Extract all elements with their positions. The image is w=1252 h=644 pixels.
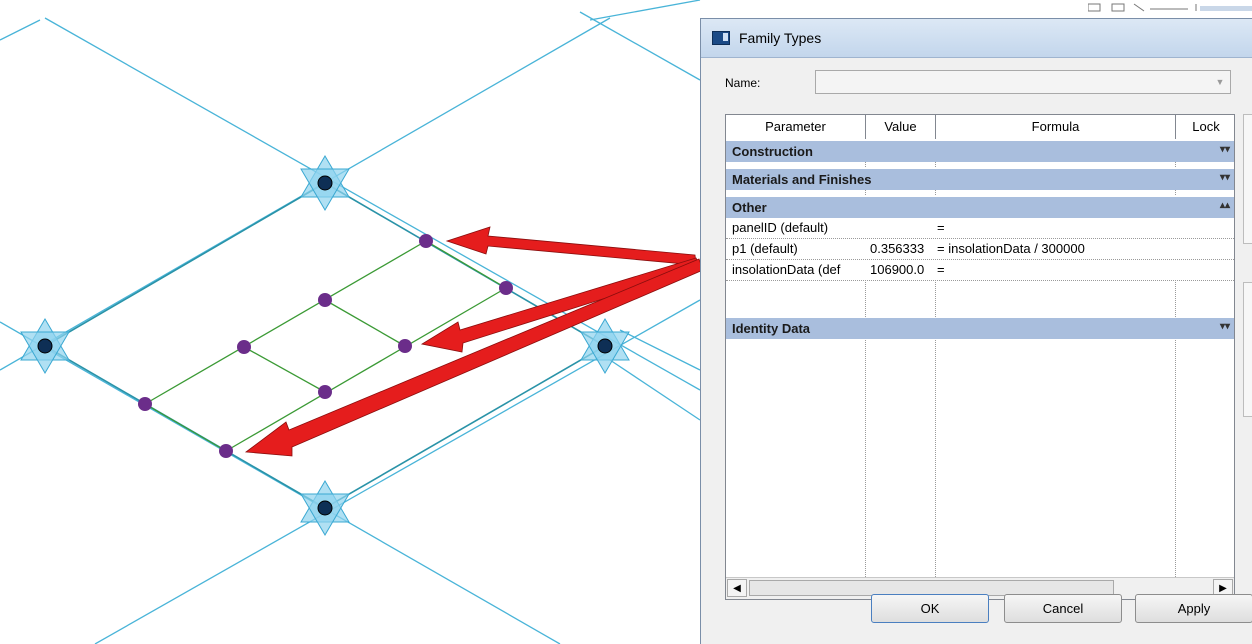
double-chevron-down-icon[interactable]: ▾▾ bbox=[1220, 144, 1230, 155]
parameter-formula[interactable]: = insolationData / 300000 bbox=[937, 239, 1173, 259]
name-label: Name: bbox=[725, 76, 761, 90]
dialog-titlebar[interactable]: Family Types bbox=[701, 19, 1252, 58]
dialog-title: Family Types bbox=[739, 30, 822, 46]
family-types-dialog: Family Types Name: ▼ Parameter Value For… bbox=[700, 18, 1252, 644]
arrow-left-icon[interactable]: ◀ bbox=[727, 579, 747, 597]
close-icon bbox=[1133, 3, 1145, 12]
header-value[interactable]: Value bbox=[866, 115, 936, 139]
restore-icon bbox=[1111, 3, 1125, 12]
node-point bbox=[318, 293, 332, 307]
header-formula[interactable]: Formula bbox=[936, 115, 1176, 139]
parameter-name: panelID (default) bbox=[732, 220, 829, 235]
table-header: Parameter Value Formula Lock bbox=[726, 115, 1234, 141]
parameter-name: insolationData (def bbox=[732, 262, 841, 277]
family-types-icon bbox=[712, 31, 730, 45]
cancel-button[interactable]: Cancel bbox=[1004, 594, 1122, 623]
parameter-name: p1 (default) bbox=[732, 241, 798, 256]
node-point bbox=[237, 340, 251, 354]
node-point bbox=[219, 444, 233, 458]
parameter-formula[interactable]: = bbox=[937, 218, 1173, 238]
arrow-to-middle-node bbox=[420, 257, 702, 353]
parameter-value[interactable]: 0.356333 bbox=[870, 239, 934, 259]
group-other[interactable]: Other ▴▴ bbox=[726, 196, 1234, 218]
window-controls-partial bbox=[1088, 3, 1252, 12]
table-row[interactable]: insolationData (def 106900.0 = bbox=[726, 260, 1234, 281]
group-identity-data[interactable]: Identity Data ▾▾ bbox=[726, 317, 1234, 339]
chevron-down-icon[interactable]: ▼ bbox=[1211, 72, 1229, 92]
group-materials-and-finishes[interactable]: Materials and Finishes ▾▾ bbox=[726, 168, 1234, 190]
parameter-value[interactable] bbox=[870, 218, 934, 238]
reference-grid bbox=[0, 0, 701, 644]
parameters-table: Parameter Value Formula Lock Constructio… bbox=[725, 114, 1235, 600]
parameter-value[interactable]: 106900.0 bbox=[870, 260, 934, 280]
side-panel-edge bbox=[1243, 282, 1252, 417]
parameter-formula[interactable]: = bbox=[937, 260, 1173, 280]
minimize-icon bbox=[1088, 3, 1101, 12]
node-point bbox=[398, 339, 412, 353]
group-construction[interactable]: Construction ▾▾ bbox=[726, 140, 1234, 162]
group-label: Materials and Finishes bbox=[732, 172, 872, 187]
apply-button[interactable]: Apply bbox=[1135, 594, 1252, 623]
table-row[interactable]: p1 (default) 0.356333 = insolationData /… bbox=[726, 239, 1234, 260]
arrow-to-top-node bbox=[445, 226, 697, 266]
ok-button[interactable]: OK bbox=[871, 594, 989, 623]
adaptive-point-top[interactable] bbox=[300, 155, 350, 211]
header-lock[interactable]: Lock bbox=[1176, 115, 1234, 139]
node-point bbox=[138, 397, 152, 411]
arrow-to-bottom-node bbox=[244, 258, 704, 457]
node-point bbox=[499, 281, 513, 295]
double-chevron-down-icon[interactable]: ▾▾ bbox=[1220, 321, 1230, 332]
node-point bbox=[318, 385, 332, 399]
name-dropdown[interactable]: ▼ bbox=[815, 70, 1231, 94]
group-label: Identity Data bbox=[732, 321, 811, 336]
group-label: Construction bbox=[732, 144, 813, 159]
side-panel-edge bbox=[1243, 114, 1252, 244]
table-row[interactable]: panelID (default) = bbox=[726, 218, 1234, 239]
double-chevron-down-icon[interactable]: ▾▾ bbox=[1220, 172, 1230, 183]
group-label: Other bbox=[732, 200, 767, 215]
node-point bbox=[419, 234, 433, 248]
adaptive-point-left[interactable] bbox=[20, 318, 70, 374]
adaptive-point-bottom[interactable] bbox=[300, 480, 350, 536]
header-parameter[interactable]: Parameter bbox=[726, 115, 866, 139]
double-chevron-up-icon[interactable]: ▴▴ bbox=[1220, 200, 1230, 211]
